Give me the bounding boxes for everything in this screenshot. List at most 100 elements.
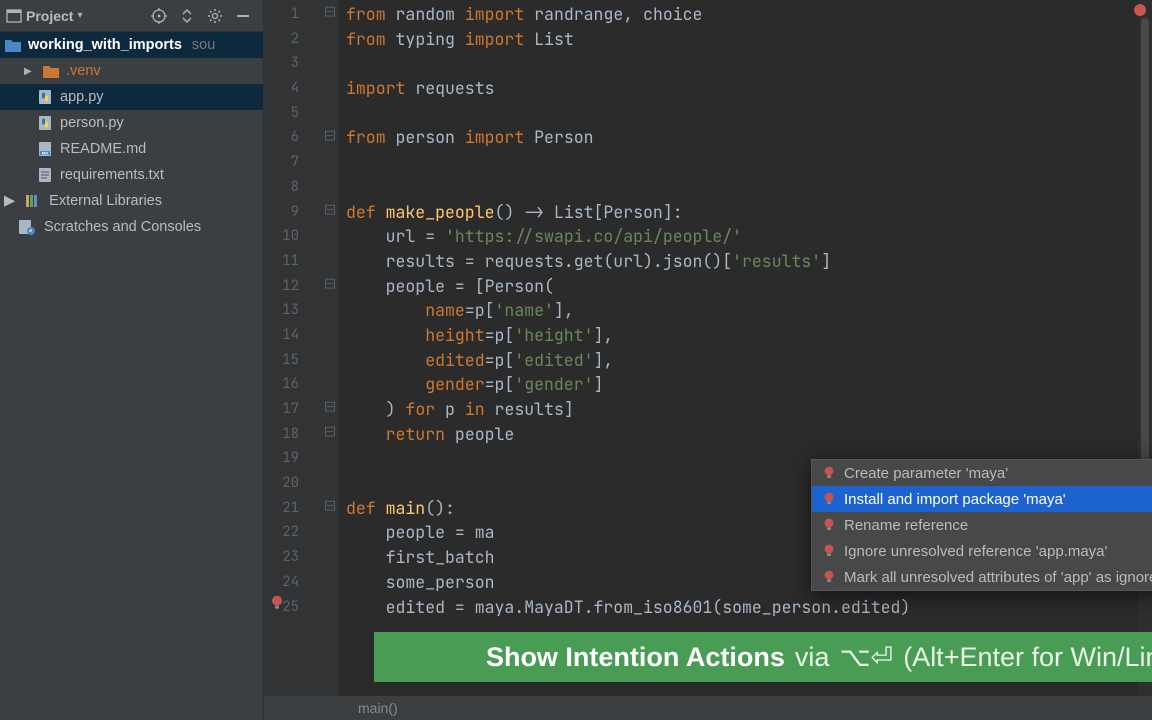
library-icon xyxy=(21,193,43,209)
minimize-icon[interactable] xyxy=(235,8,251,24)
fold-icon[interactable] xyxy=(325,496,335,521)
line-number: 14 xyxy=(264,323,337,348)
intention-bulb-icon[interactable] xyxy=(270,594,284,619)
code-line[interactable]: return people xyxy=(338,422,1152,447)
tree-file-person[interactable]: person.py xyxy=(0,110,263,136)
code-line[interactable]: ) for p in results] xyxy=(338,397,1152,422)
line-number: 13 xyxy=(264,298,337,323)
code-area[interactable]: from random import randrange, choicefrom… xyxy=(338,0,1152,720)
section-label: Scratches and Consoles xyxy=(44,219,201,235)
dropdown-icon[interactable]: ▾ xyxy=(77,10,82,21)
project-icon xyxy=(6,8,22,24)
tree-file-readme[interactable]: MD README.md xyxy=(0,136,263,162)
intention-item[interactable]: Ignore unresolved reference 'app.maya'▶ xyxy=(812,538,1152,564)
tree-item-label: person.py xyxy=(60,115,124,131)
line-number: 19 xyxy=(264,446,337,471)
scratches-consoles[interactable]: Scratches and Consoles xyxy=(0,214,263,240)
tree-item-label: requirements.txt xyxy=(60,167,164,183)
project-tree: working_with_imports sou ▶ .venv app.py xyxy=(0,32,263,240)
code-line[interactable]: edited=p['edited'], xyxy=(338,348,1152,373)
root-extra: sou xyxy=(192,37,215,53)
fold-icon[interactable] xyxy=(325,199,335,224)
bulb-icon xyxy=(822,544,836,558)
tree-folder-venv[interactable]: ▶ .venv xyxy=(0,58,263,84)
code-line[interactable]: from person import Person xyxy=(338,125,1152,150)
code-line[interactable]: from random import randrange, choice xyxy=(338,2,1152,27)
svg-text:MD: MD xyxy=(42,151,48,156)
line-number: 12 xyxy=(264,274,337,299)
intention-label: Mark all unresolved attributes of 'app' … xyxy=(844,569,1152,586)
code-line[interactable] xyxy=(338,101,1152,126)
tree-root[interactable]: working_with_imports sou xyxy=(0,32,263,58)
line-number: 8 xyxy=(264,175,337,200)
code-line[interactable] xyxy=(338,175,1152,200)
tree-item-label: README.md xyxy=(60,141,146,157)
fold-icon[interactable] xyxy=(325,125,335,150)
tip-banner: Show Intention Actions via ⌥⏎ (Alt+Enter… xyxy=(374,632,1152,682)
line-number: 22 xyxy=(264,520,337,545)
tree-file-requirements[interactable]: requirements.txt xyxy=(0,162,263,188)
expand-all-icon[interactable] xyxy=(179,8,195,24)
code-line[interactable]: def make_people() -> List[Person]: xyxy=(338,200,1152,225)
python-file-icon xyxy=(36,88,54,106)
code-line[interactable]: import requests xyxy=(338,76,1152,101)
line-number: 10 xyxy=(264,224,337,249)
code-line[interactable]: gender=p['gender'] xyxy=(338,372,1152,397)
code-line[interactable]: from typing import List xyxy=(338,27,1152,52)
fold-icon[interactable] xyxy=(325,274,335,299)
code-line[interactable] xyxy=(338,51,1152,76)
editor: 1234567891011121314151617181920212223242… xyxy=(264,0,1152,720)
breadcrumb-item[interactable]: main() xyxy=(358,700,398,716)
line-number: 2 xyxy=(264,27,337,52)
tip-alt: (Alt+Enter for Win/Linux) xyxy=(903,642,1152,673)
fold-icon[interactable] xyxy=(325,397,335,422)
line-number: 1 xyxy=(264,2,337,27)
intention-label: Rename reference xyxy=(844,517,968,534)
code-line[interactable]: name=p['name'], xyxy=(338,298,1152,323)
fold-icon[interactable] xyxy=(325,422,335,447)
line-number: 24 xyxy=(264,570,337,595)
expand-icon[interactable]: ▶ xyxy=(24,66,36,77)
code-line[interactable]: url = 'https://swapi.co/api/people/' xyxy=(338,224,1152,249)
bulb-icon xyxy=(822,492,836,506)
line-number: 5 xyxy=(264,101,337,126)
external-libraries[interactable]: ▶ External Libraries xyxy=(0,188,263,214)
line-number: 7 xyxy=(264,150,337,175)
tree-item-label: app.py xyxy=(60,89,104,105)
intention-actions-popup: Create parameter 'maya'▶Install and impo… xyxy=(811,459,1152,591)
python-file-icon xyxy=(36,114,54,132)
line-number: 20 xyxy=(264,471,337,496)
tip-title: Show Intention Actions xyxy=(486,642,785,673)
fold-icon[interactable] xyxy=(325,2,335,27)
root-label: working_with_imports xyxy=(28,37,182,53)
intention-label: Ignore unresolved reference 'app.maya' xyxy=(844,543,1107,560)
folder-icon xyxy=(42,62,60,80)
intention-item[interactable]: Install and import package 'maya'▶ xyxy=(812,486,1152,512)
expand-icon[interactable]: ▶ xyxy=(4,193,15,209)
markdown-file-icon: MD xyxy=(36,140,54,158)
intention-item[interactable]: Mark all unresolved attributes of 'app' … xyxy=(812,564,1152,590)
code-line[interactable]: results = requests.get(url).json()['resu… xyxy=(338,249,1152,274)
code-line[interactable] xyxy=(338,150,1152,175)
line-number: 11 xyxy=(264,249,337,274)
folder-icon xyxy=(4,36,22,54)
scrollbar[interactable] xyxy=(1138,0,1152,720)
code-line[interactable]: edited = maya.MayaDT.from_iso8601(some_p… xyxy=(338,595,1152,620)
code-line[interactable]: people = [Person( xyxy=(338,274,1152,299)
tip-shortcut: ⌥⏎ xyxy=(839,642,893,673)
bulb-icon xyxy=(822,570,836,584)
sidebar-header: Project ▾ xyxy=(0,0,263,32)
scratches-icon xyxy=(16,219,38,235)
target-icon[interactable] xyxy=(151,8,167,24)
line-number: 17 xyxy=(264,397,337,422)
tree-file-app[interactable]: app.py xyxy=(0,84,263,110)
intention-item[interactable]: Rename reference▶ xyxy=(812,512,1152,538)
intention-label: Create parameter 'maya' xyxy=(844,465,1008,482)
gear-icon[interactable] xyxy=(207,8,223,24)
line-number: 18 xyxy=(264,422,337,447)
code-line[interactable]: height=p['height'], xyxy=(338,323,1152,348)
section-label: External Libraries xyxy=(49,193,162,209)
intention-item[interactable]: Create parameter 'maya'▶ xyxy=(812,460,1152,486)
sidebar-title: Project xyxy=(26,8,73,24)
text-file-icon xyxy=(36,166,54,184)
